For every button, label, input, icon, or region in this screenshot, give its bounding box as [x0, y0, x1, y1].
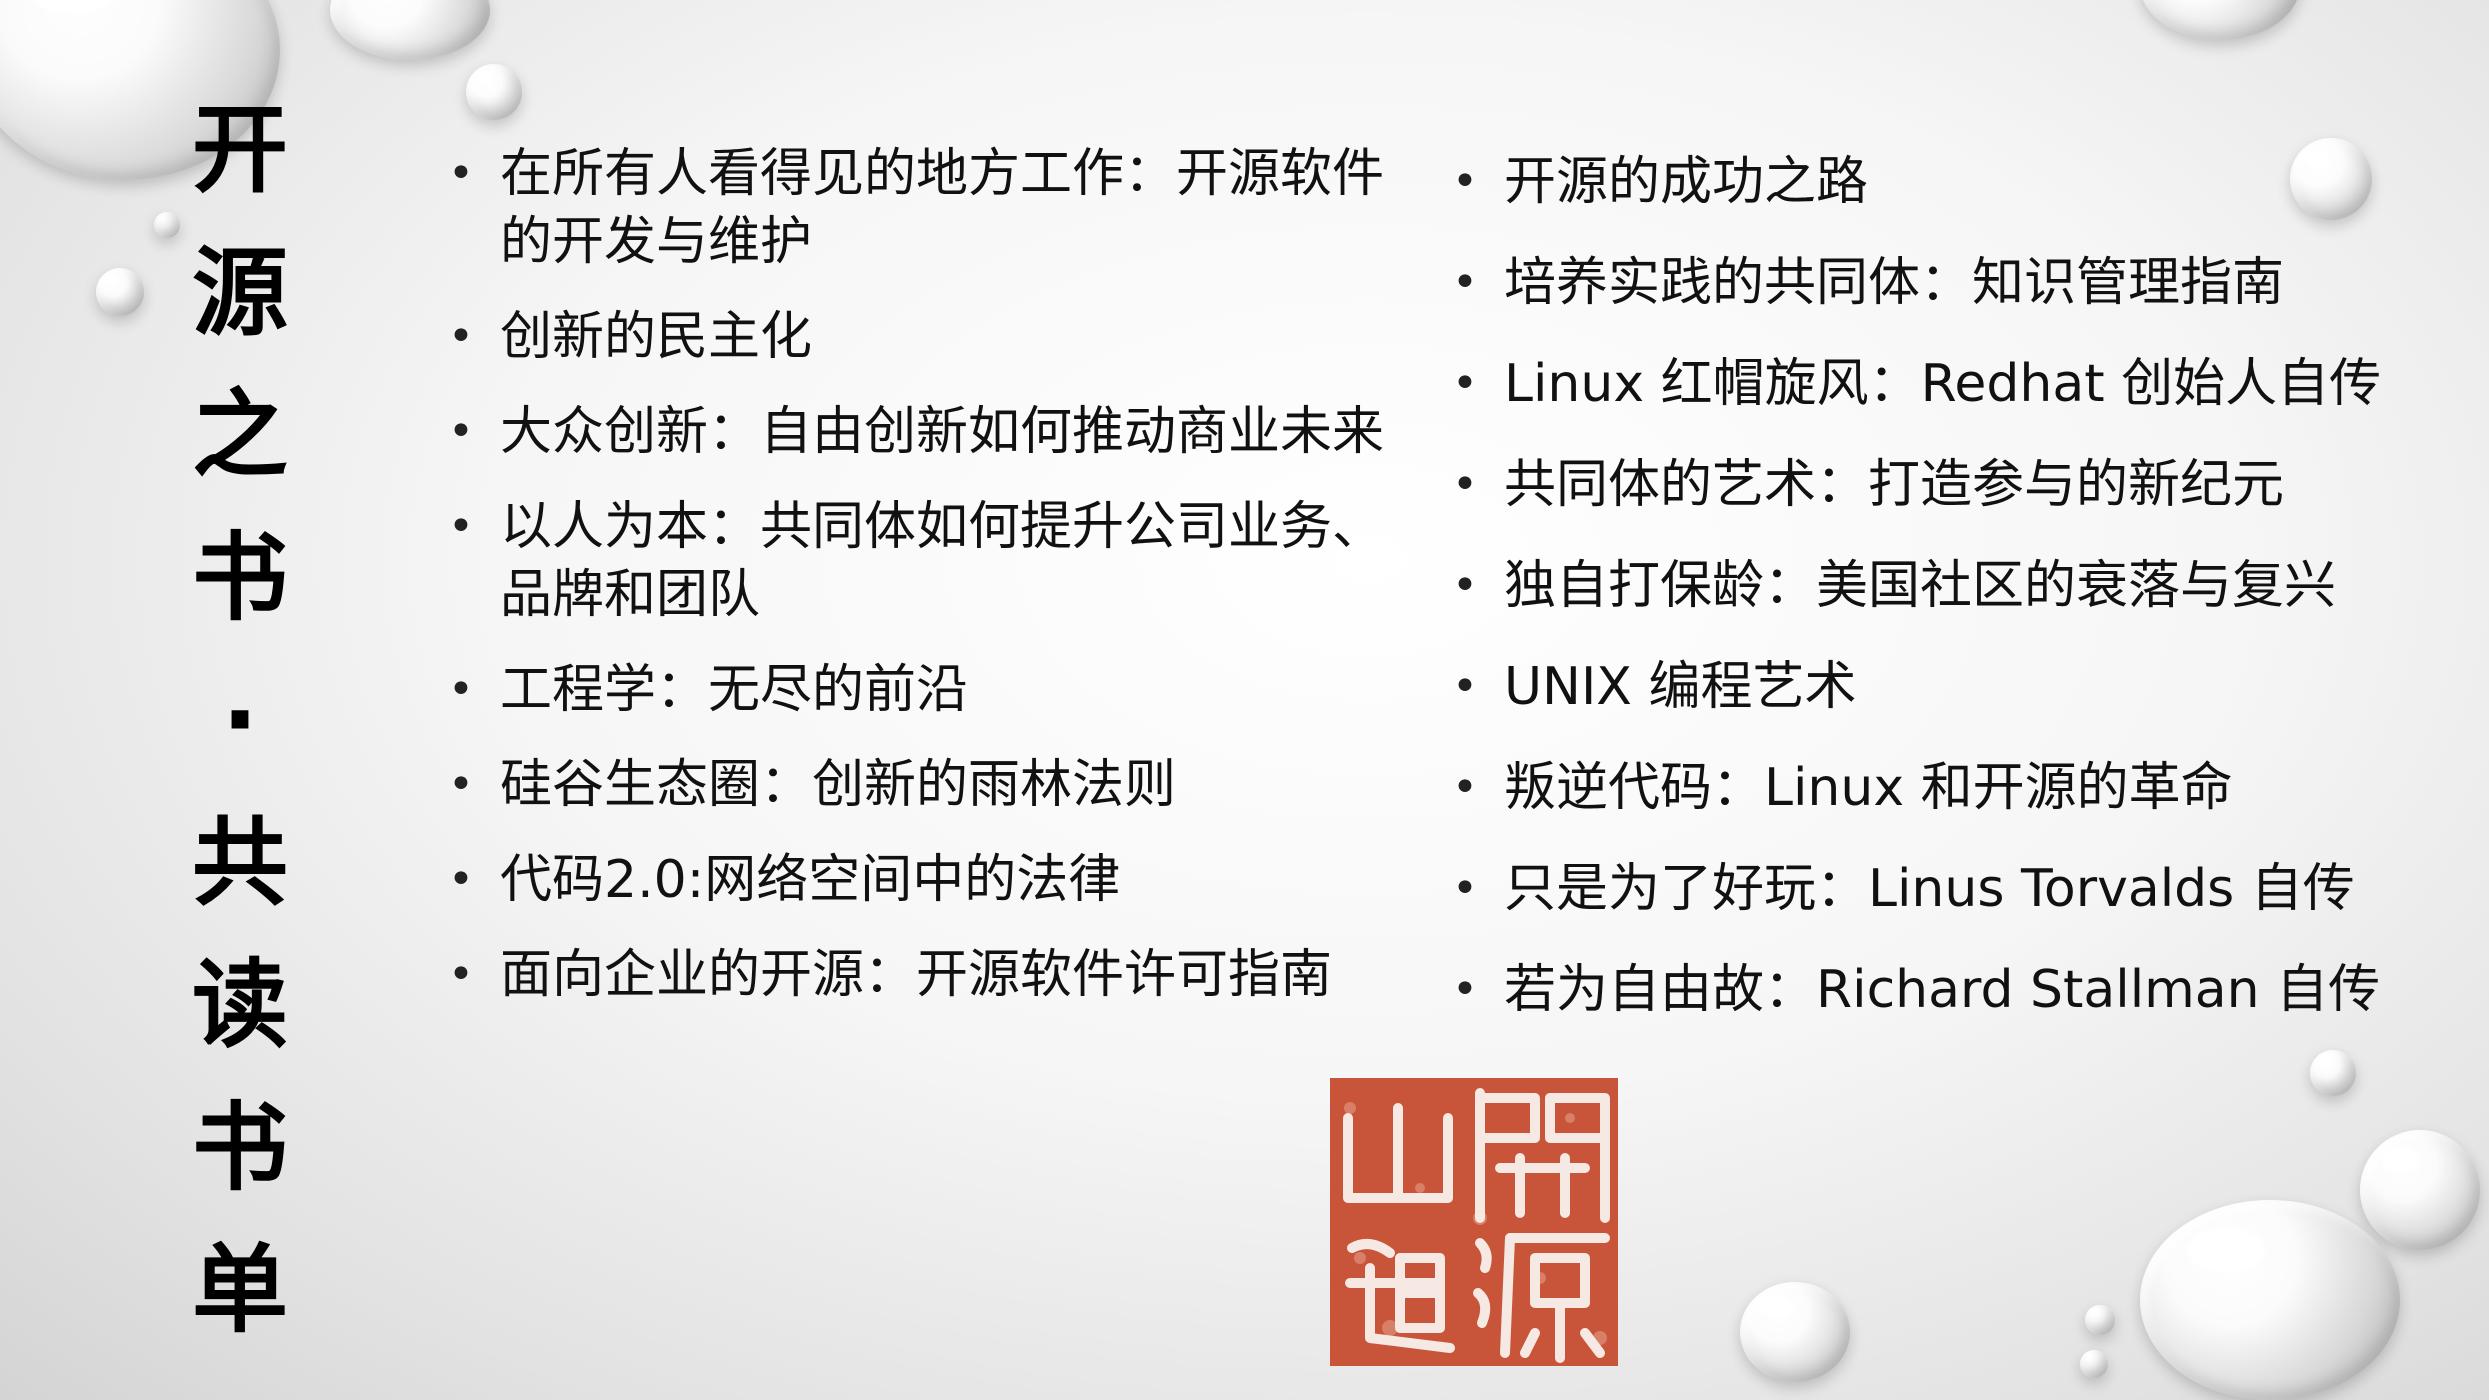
title-char: · — [221, 664, 259, 776]
water-drop-decoration — [2080, 1350, 2108, 1378]
water-drop-decoration — [2140, 0, 2300, 40]
water-drop-decoration — [96, 268, 144, 316]
water-drop-decoration — [2140, 1200, 2400, 1400]
water-drop-decoration — [466, 64, 522, 120]
seal-stamp-icon — [1330, 1078, 1618, 1366]
title-char: 书 — [192, 521, 288, 634]
book-item: 面向企业的开源：开源软件许可指南 — [448, 941, 1408, 1009]
water-drop-decoration — [330, 0, 490, 60]
title-char: 源 — [192, 236, 288, 349]
book-item: 共同体的艺术：打造参与的新纪元 — [1452, 453, 2462, 517]
water-drop-decoration — [2360, 1130, 2480, 1250]
title-char: 共 — [192, 806, 288, 919]
book-item: 若为自由故：Richard Stallman 自传 — [1452, 958, 2462, 1022]
book-item: 在所有人看得见的地方工作：开源软件的开发与维护 — [448, 140, 1408, 276]
book-item: 开源的成功之路 — [1452, 150, 2462, 214]
title-char: 书 — [192, 1091, 288, 1204]
book-item: 工程学：无尽的前沿 — [448, 656, 1408, 724]
book-item: 只是为了好玩：Linus Torvalds 自传 — [1452, 857, 2462, 921]
water-drop-decoration — [1740, 1282, 1850, 1382]
slide: 开 源 之 书 · 共 读 书 单 在所有人看得见的地方工作：开源软件的开发与维… — [0, 0, 2489, 1400]
title-char: 开 — [192, 94, 288, 206]
book-item: UNIX 编程艺术 — [1452, 655, 2462, 719]
book-item: Linux 红帽旋风：Redhat 创始人自传 — [1452, 352, 2462, 416]
book-item: 独自打保龄：美国社区的衰落与复兴 — [1452, 554, 2462, 618]
book-item: 创新的民主化 — [448, 303, 1408, 371]
water-drop-decoration — [2085, 1305, 2115, 1335]
book-item: 培养实践的共同体：知识管理指南 — [1452, 251, 2462, 315]
book-item: 大众创新：自由创新如何推动商业未来 — [448, 398, 1408, 466]
title-char: 读 — [192, 949, 288, 1061]
title-char: 单 — [192, 1234, 288, 1346]
title-char: 之 — [192, 379, 288, 491]
book-item: 代码2.0:网络空间中的法律 — [448, 846, 1408, 914]
book-item: 叛逆代码：Linux 和开源的革命 — [1452, 756, 2462, 820]
book-item: 硅谷生态圈：创新的雨林法则 — [448, 751, 1408, 819]
book-list-left: 在所有人看得见的地方工作：开源软件的开发与维护 创新的民主化 大众创新：自由创新… — [448, 140, 1408, 1036]
book-item: 以人为本：共同体如何提升公司业务、品牌和团队 — [448, 493, 1408, 629]
book-list-right: 开源的成功之路 培养实践的共同体：知识管理指南 Linux 红帽旋风：Redha… — [1452, 150, 2462, 1059]
vertical-title: 开 源 之 书 · 共 读 书 单 — [170, 100, 310, 1340]
